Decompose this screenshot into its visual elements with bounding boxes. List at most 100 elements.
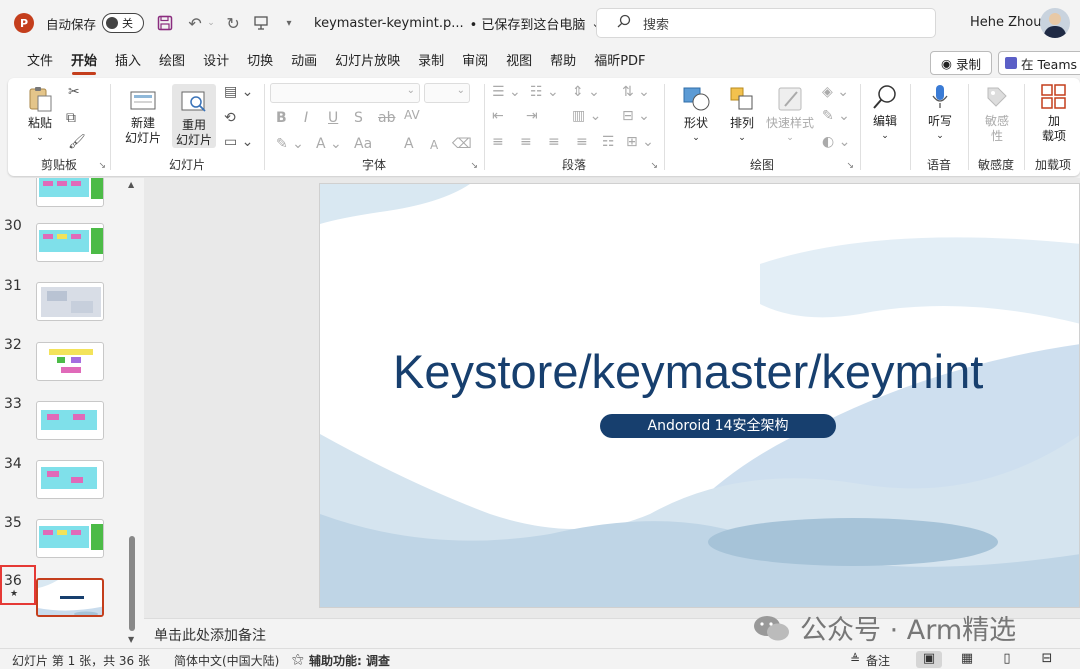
dialog-launcher-icon[interactable]: ↘ [846, 161, 854, 171]
paste-dropdown-icon[interactable]: ⌄ [22, 131, 58, 146]
tab-8[interactable]: 录制 [409, 46, 453, 78]
shape-effects-icon[interactable]: ◐ ⌄ [822, 134, 850, 150]
slide-title[interactable]: Keystore/keymaster/keymint [393, 344, 1053, 399]
present-in-teams-button[interactable]: 在 Teams [998, 51, 1080, 75]
arrange-button[interactable]: 排列 ⌄ [720, 84, 764, 146]
dialog-launcher-icon[interactable]: ↘ [470, 161, 478, 171]
tab-1[interactable]: 开始 [62, 46, 106, 78]
tab-3[interactable]: 绘图 [150, 46, 194, 78]
shrink-font-button[interactable]: A [430, 138, 438, 152]
paste-button[interactable]: 粘贴 ⌄ [22, 84, 58, 146]
accessibility-status[interactable]: 辅助功能: 调查 [309, 652, 390, 669]
slide-subtitle[interactable]: Andoroid 14安全架构 [600, 414, 836, 438]
dialog-launcher-icon[interactable]: ↘ [98, 161, 106, 171]
slide-thumbnail[interactable] [36, 519, 104, 558]
autosave-toggle[interactable]: 关 [102, 13, 145, 33]
quick-styles-button[interactable]: 快速样式 ⌄ [764, 84, 816, 146]
reuse-slide-button[interactable]: 重用 幻灯片 [172, 84, 216, 148]
slide-counter[interactable]: 幻灯片 第 1 张，共 36 张 [12, 652, 150, 669]
align-right-icon[interactable]: ≡ [548, 134, 560, 150]
slide-thumbnail[interactable] [36, 223, 104, 262]
slide-thumbnail[interactable] [36, 342, 104, 381]
line-spacing-icon[interactable]: ⇕ ⌄ [572, 84, 600, 100]
bullets-icon[interactable]: ☰ ⌄ [492, 84, 521, 100]
save-icon[interactable] [154, 12, 176, 34]
scroll-down-icon[interactable]: ▼ [128, 635, 134, 644]
strikethrough-button[interactable]: S [354, 110, 363, 126]
font-color-icon[interactable]: A ⌄ [316, 136, 342, 152]
record-button[interactable]: ◉ 录制 [930, 51, 992, 75]
normal-view-icon[interactable]: ▣ [916, 651, 942, 668]
copy-icon[interactable]: ⧉ [66, 110, 76, 126]
tab-6[interactable]: 动画 [282, 46, 326, 78]
align-center-icon[interactable]: ≡ [520, 134, 532, 150]
present-from-start-icon[interactable] [250, 12, 272, 34]
undo-dropdown-icon[interactable]: ⌄ [206, 12, 216, 34]
slide-sorter-view-icon[interactable]: ▦ [954, 651, 980, 668]
font-name-dropdown[interactable]: ⌄ [270, 83, 420, 103]
shape-outline-icon[interactable]: ✎ ⌄ [822, 108, 850, 124]
change-case-button[interactable]: Aa [354, 136, 372, 152]
search-input[interactable]: 搜索 [596, 8, 936, 38]
tab-12[interactable]: 福昕PDF [585, 46, 654, 78]
language-indicator[interactable]: 简体中文(中国大陆) [174, 652, 279, 669]
scrollbar-thumb[interactable] [129, 536, 135, 631]
align-left-icon[interactable]: ≡ [492, 134, 504, 150]
smartart-icon[interactable]: ⊞ ⌄ [626, 134, 654, 150]
tab-4[interactable]: 设计 [194, 46, 238, 78]
columns-icon[interactable]: ▥ ⌄ [572, 108, 601, 124]
font-size-dropdown[interactable]: ⌄ [424, 83, 470, 103]
section-icon[interactable]: ▭ ⌄ [224, 134, 253, 150]
tab-0[interactable]: 文件 [18, 46, 62, 78]
slide-thumbnail[interactable] [36, 178, 104, 207]
numbering-icon[interactable]: ☷ ⌄ [530, 84, 559, 100]
clear-formatting-icon[interactable]: ⌫ [452, 136, 472, 152]
slideshow-view-icon[interactable]: ⊟ [1034, 651, 1060, 668]
tab-5[interactable]: 切换 [238, 46, 282, 78]
undo-icon[interactable]: ↶ [184, 12, 206, 34]
italic-button[interactable]: I [304, 110, 308, 126]
distributed-icon[interactable]: ☶ [602, 134, 615, 150]
increase-indent-icon[interactable]: ⇥ [526, 108, 538, 124]
grow-font-button[interactable]: A [404, 136, 414, 152]
scroll-up-icon[interactable]: ▲ [128, 180, 134, 189]
tab-7[interactable]: 幻灯片放映 [326, 46, 409, 78]
user-name[interactable]: Hehe Zhou [970, 15, 1041, 30]
dialog-launcher-icon[interactable]: ↘ [650, 161, 658, 171]
addins-button[interactable]: 加 载项 [1034, 82, 1074, 144]
slide-thumbnail[interactable] [36, 578, 104, 617]
align-text-icon[interactable]: ⊟ ⌄ [622, 108, 650, 124]
layout-icon[interactable]: ▤ ⌄ [224, 84, 253, 100]
accessibility-icon[interactable]: ⚝ [292, 652, 304, 667]
slide-thumbnail[interactable] [36, 282, 104, 321]
sensitivity-button[interactable]: 敏感 性 [978, 82, 1016, 144]
thumbnail-scrollbar[interactable]: ▲ ▼ [124, 178, 140, 648]
notes-toggle-button[interactable]: 备注 [866, 652, 890, 669]
redo-icon[interactable]: ↻ [222, 12, 244, 34]
dictate-button[interactable]: 听写 ⌄ [920, 82, 960, 144]
bold-button[interactable]: B [276, 110, 287, 126]
current-slide[interactable]: Keystore/keymaster/keymint Andoroid 14安全… [319, 183, 1080, 608]
slide-thumbnail[interactable] [36, 460, 104, 499]
highlight-icon[interactable]: ✎ ⌄ [276, 136, 304, 152]
underline-button[interactable]: U [328, 110, 338, 126]
tab-2[interactable]: 插入 [106, 46, 150, 78]
editing-button[interactable]: 编辑 ⌄ [866, 82, 904, 144]
avatar[interactable] [1040, 8, 1070, 38]
text-direction-icon[interactable]: ⇅ ⌄ [622, 84, 650, 100]
shape-fill-icon[interactable]: ◈ ⌄ [822, 84, 849, 100]
notes-toggle-icon[interactable]: ≜ [850, 652, 860, 666]
reading-view-icon[interactable]: ▯ [994, 651, 1020, 668]
document-title[interactable]: keymaster-keymint.p... [314, 16, 464, 31]
tab-11[interactable]: 帮助 [541, 46, 585, 78]
customize-toolbar-icon[interactable]: ▾ [278, 12, 300, 34]
shapes-button[interactable]: 形状 ⌄ [674, 84, 718, 146]
new-slide-button[interactable]: 新建 幻灯片 [118, 84, 168, 146]
format-painter-icon[interactable]: 🖌 [68, 134, 86, 150]
slide-thumbnail[interactable] [36, 401, 104, 440]
character-spacing-button[interactable]: AV [404, 108, 420, 122]
justify-icon[interactable]: ≡ [576, 134, 588, 150]
saved-status[interactable]: • 已保存到这台电脑 [470, 14, 586, 33]
decrease-indent-icon[interactable]: ⇤ [492, 108, 504, 124]
strikethrough-ab-button[interactable]: ab [378, 110, 395, 126]
